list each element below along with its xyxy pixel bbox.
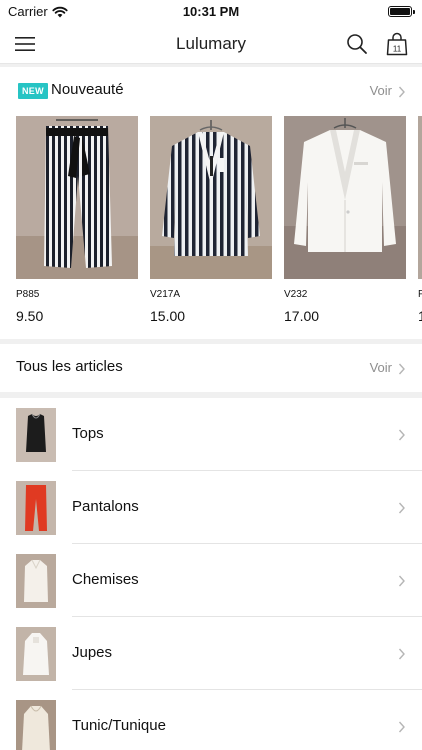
category-thumbnail [16,627,56,681]
category-label: Chemises [72,571,139,588]
chevron-right-icon [398,575,405,587]
category-item-tops[interactable]: Tops [0,398,422,471]
category-item-tunic[interactable]: Tunic/Tunique [0,690,422,750]
chevron-right-icon [398,429,405,441]
status-bar: Carrier 10:31 PM [0,0,422,24]
status-time: 10:31 PM [182,4,240,19]
category-label: Tunic/Tunique [72,717,166,734]
category-item-chemises[interactable]: Chemises [0,544,422,617]
product-code: P [418,289,422,300]
all-articles-title: Tous les articles [16,358,123,375]
product-code: V232 [284,289,308,300]
product-code: V217A [150,289,181,300]
category-label: Jupes [72,644,113,661]
new-arrivals-header[interactable]: NEW Nouveauté Voir [0,67,422,115]
new-arrivals-section: NEW Nouveauté Voir P885 9.50 V217A 15.00… [0,67,422,339]
cart-count: 11 [393,45,402,54]
category-item-jupes[interactable]: Jupes [0,617,422,690]
product-image[interactable] [150,116,272,279]
category-thumbnail [16,700,56,750]
new-arrivals-see-all[interactable]: Voir [370,83,392,98]
product-card[interactable]: V232 17.00 [284,116,406,324]
chevron-right-icon [398,502,405,514]
chevron-right-icon [398,721,405,733]
product-price: 9.50 [16,308,44,324]
navigation-bar: Lulumary 11 [0,24,422,64]
product-image[interactable] [418,116,422,279]
product-price: 17.00 [284,308,320,324]
product-card[interactable]: P 1 [418,116,422,324]
new-arrivals-title: Nouveauté [51,81,124,98]
category-thumbnail [16,554,56,608]
product-code: P885 [16,289,40,300]
search-icon[interactable] [346,33,368,55]
product-card[interactable]: P885 9.50 [16,116,138,324]
all-articles-header[interactable]: Tous les articles Voir [0,344,422,392]
product-carousel[interactable]: P885 9.50 V217A 15.00 V232 17.00 P 1 [16,116,422,339]
category-thumbnail [16,481,56,535]
category-thumbnail [16,408,56,462]
category-item-pantalons[interactable]: Pantalons [0,471,422,544]
category-label: Pantalons [72,498,139,515]
product-card[interactable]: V217A 15.00 [150,116,272,324]
product-price: 1 [418,308,422,324]
battery-icon [388,6,415,17]
shopping-bag-icon[interactable]: 11 [386,32,408,56]
category-label: Tops [72,425,104,442]
chevron-right-icon [398,86,405,98]
product-image[interactable] [284,116,406,279]
all-articles-see-all[interactable]: Voir [370,360,392,375]
product-image[interactable] [16,116,138,279]
product-price: 15.00 [150,308,186,324]
new-badge: NEW [18,83,48,99]
category-list: Tops Pantalons Chemises Jupes Tunic/Tuni… [0,398,422,750]
chevron-right-icon [398,363,405,375]
chevron-right-icon [398,648,405,660]
